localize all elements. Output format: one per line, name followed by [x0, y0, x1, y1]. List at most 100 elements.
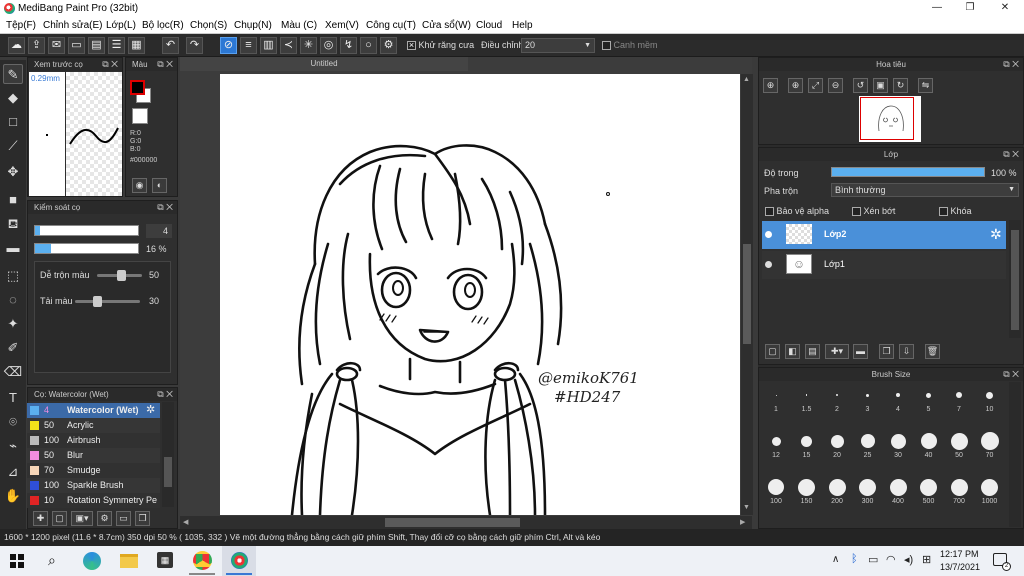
- alpha-protect-checkbox[interactable]: [765, 207, 774, 217]
- panel-close-icon[interactable]: ⧉ ✕: [1003, 58, 1019, 71]
- menu-tools[interactable]: Công cụ(T): [366, 20, 416, 31]
- brush-size-option[interactable]: 70: [976, 430, 1004, 459]
- maximize-icon[interactable]: ❐: [963, 2, 977, 15]
- snap-soft-checkbox[interactable]: [602, 41, 611, 51]
- zoom-out-icon[interactable]: ⊖: [828, 78, 843, 93]
- new-8bit-layer-icon[interactable]: ◧: [785, 344, 800, 359]
- layer-folder-icon[interactable]: ▬: [853, 344, 868, 359]
- brush-size-option[interactable]: 20: [823, 430, 851, 459]
- alpha-protect-option[interactable]: Bảo vệ alpha: [765, 206, 829, 217]
- eraser-tool-icon[interactable]: ◆: [3, 88, 23, 108]
- move-tool-icon[interactable]: ✥: [3, 162, 23, 182]
- line-tool-icon[interactable]: ⟋: [3, 136, 23, 156]
- new-brush-icon[interactable]: ▢: [52, 511, 67, 526]
- gradient-tool-icon[interactable]: ▬: [3, 238, 23, 258]
- rect-tool-icon[interactable]: □: [3, 112, 23, 132]
- brush-opacity-slider[interactable]: [34, 243, 139, 254]
- volume-icon[interactable]: ◂): [904, 553, 913, 566]
- brush-size-option[interactable]: 40: [915, 430, 943, 459]
- panel-close-icon[interactable]: ⧉ ✕: [157, 58, 173, 71]
- transparent-color[interactable]: [132, 108, 148, 124]
- snap-curve-icon[interactable]: ↯: [340, 37, 357, 54]
- list-icon[interactable]: ☰: [108, 37, 125, 54]
- brush-size-value[interactable]: 4: [146, 224, 172, 238]
- brush-size-option[interactable]: 50: [945, 430, 973, 459]
- brush-menu-icon[interactable]: ▣▾: [71, 511, 93, 526]
- chrome-icon[interactable]: [193, 551, 212, 570]
- grid-icon[interactable]: ▦: [128, 37, 145, 54]
- wifi-icon[interactable]: ◠: [886, 553, 896, 566]
- menu-window[interactable]: Cửa sổ(W): [422, 20, 471, 31]
- delete-layer-icon[interactable]: 🗑: [925, 344, 940, 359]
- document-icon[interactable]: ▤: [88, 37, 105, 54]
- brush-list-item[interactable]: 100 Airbrush: [27, 433, 160, 448]
- panel-close-icon[interactable]: ⧉ ✕: [157, 388, 173, 401]
- paint-slider[interactable]: [75, 296, 140, 307]
- canvas-vscrollbar[interactable]: ▲ ▼: [741, 74, 753, 515]
- snap-soft-option[interactable]: Canh mềm: [602, 40, 658, 51]
- brush-list-item[interactable]: 10 Rotation Symmetry Pe: [27, 493, 160, 508]
- duplicate-layer-icon[interactable]: ❐: [879, 344, 894, 359]
- minimize-icon[interactable]: —: [930, 2, 944, 15]
- add-layer-menu-icon[interactable]: ✚▾: [825, 344, 849, 359]
- lasso-tool-icon[interactable]: ◌: [3, 290, 23, 310]
- brush-size-option[interactable]: 10: [976, 384, 1004, 413]
- copy-icon[interactable]: ❐: [135, 511, 150, 526]
- menu-color[interactable]: Màu (C): [281, 20, 317, 31]
- balloon-tool-icon[interactable]: ⌾: [3, 412, 23, 432]
- menu-layer[interactable]: Lớp(L): [106, 20, 136, 31]
- layer-blend-select[interactable]: Bình thường ▼: [831, 183, 1019, 197]
- antialias-checkbox[interactable]: [407, 41, 416, 51]
- primary-color[interactable]: [130, 80, 145, 95]
- fill-rect-icon[interactable]: ■: [3, 190, 23, 210]
- menu-snap[interactable]: Chụp(N): [234, 20, 272, 31]
- clock-date[interactable]: 13/7/2021: [940, 562, 980, 572]
- brush-list-item[interactable]: 50 Blur: [27, 448, 160, 463]
- upload-icon[interactable]: ⇪: [28, 37, 45, 54]
- brush-settings-icon[interactable]: ✲: [146, 403, 155, 418]
- blend-knob[interactable]: [117, 270, 126, 281]
- brush-size-option[interactable]: 12: [762, 430, 790, 459]
- blend-slider[interactable]: [97, 270, 142, 281]
- menu-select[interactable]: Chọn(S): [190, 20, 227, 31]
- brush-list-item[interactable]: 70 Smudge: [27, 463, 160, 478]
- layer-row[interactable]: Lớp2 ✲: [762, 221, 1006, 249]
- brush-size-option[interactable]: 2: [823, 384, 851, 413]
- menu-help[interactable]: Help: [512, 20, 533, 31]
- brush-size-slider[interactable]: [34, 225, 139, 236]
- brush-size-option[interactable]: 5: [915, 384, 943, 413]
- bucket-tool-icon[interactable]: ⛾: [3, 214, 23, 234]
- brush-list-item[interactable]: 4 Watercolor (Wet) ✲: [27, 403, 160, 418]
- snap-parallel-icon[interactable]: ≡: [240, 37, 257, 54]
- brush-size-option[interactable]: 700: [945, 476, 973, 505]
- new-layer-icon[interactable]: ▢: [765, 344, 780, 359]
- panel-close-icon[interactable]: ⧉ ✕: [157, 201, 173, 214]
- brush-size-option[interactable]: 300: [854, 476, 882, 505]
- visibility-icon[interactable]: [765, 261, 772, 268]
- merge-layer-icon[interactable]: ⇩: [899, 344, 914, 359]
- snap-grid-icon[interactable]: ▥: [260, 37, 277, 54]
- hand-tool-icon[interactable]: ✋: [3, 486, 23, 506]
- snap-vanishing-icon[interactable]: ≺: [280, 37, 297, 54]
- scroll-left-icon[interactable]: ◀: [183, 518, 188, 526]
- text-tool-icon[interactable]: T: [3, 388, 23, 408]
- brush-list-scrollbar[interactable]: [162, 402, 174, 507]
- antialias-option[interactable]: Khử răng cưa: [407, 40, 474, 51]
- brush-size-option[interactable]: 4: [884, 384, 912, 413]
- new-1bit-layer-icon[interactable]: ▤: [805, 344, 820, 359]
- navigator-thumbnail[interactable]: [859, 96, 921, 142]
- brush-size-option[interactable]: 1: [762, 384, 790, 413]
- search-icon[interactable]: ⌕: [48, 552, 56, 569]
- menu-edit[interactable]: Chỉnh sửa(E): [43, 20, 103, 31]
- zoom-in-icon[interactable]: ⊕: [763, 78, 778, 93]
- color-wheel-icon[interactable]: ◐: [152, 178, 167, 193]
- snap-circle-icon[interactable]: ◎: [320, 37, 337, 54]
- rotate-left-icon[interactable]: ↺: [853, 78, 868, 93]
- store-icon[interactable]: ▦: [157, 552, 173, 568]
- fit-icon[interactable]: ⤢: [808, 78, 823, 93]
- magic-wand-icon[interactable]: ✦: [3, 314, 23, 334]
- navigator-viewport[interactable]: [860, 97, 914, 140]
- bluetooth-icon[interactable]: ᛒ: [851, 553, 858, 565]
- brush-list-item[interactable]: 100 Sparkle Brush: [27, 478, 160, 493]
- clip-option[interactable]: Xén bớt: [852, 206, 895, 217]
